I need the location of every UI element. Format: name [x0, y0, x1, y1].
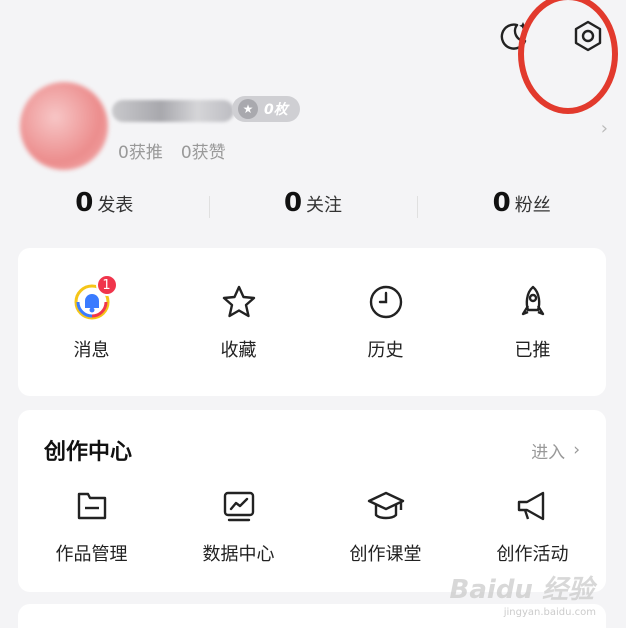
quick-actions-card: 1 消息 收藏 历史 已推 — [18, 248, 606, 396]
quick-item-label: 收藏 — [220, 340, 257, 361]
creation-item-label: 创作课堂 — [349, 544, 422, 565]
watermark: Baidu 经验 — [449, 575, 594, 605]
quick-item-history[interactable]: 历史 — [326, 280, 446, 362]
coin-badge[interactable]: ★ 0枚 — [232, 96, 300, 122]
unread-badge: 1 — [95, 274, 118, 296]
clock-icon — [364, 280, 408, 324]
quick-item-label: 历史 — [367, 340, 404, 361]
stat-fans[interactable]: 0 粉丝 — [417, 188, 626, 228]
profile-header[interactable]: ★ 0枚 0获推 0获赞 › — [20, 82, 620, 172]
quick-item-messages[interactable]: 1 消息 — [32, 274, 152, 362]
stat-label: 关注 — [306, 195, 343, 216]
quick-item-label: 已推 — [514, 340, 551, 361]
rocket-icon — [511, 280, 555, 324]
chevron-right-icon[interactable]: › — [601, 118, 608, 139]
creation-item-works[interactable]: 作品管理 — [32, 484, 152, 566]
enter-label: 进入 — [531, 442, 566, 463]
creation-item-label: 作品管理 — [55, 544, 128, 565]
stats-row: 0 发表 0 关注 0 粉丝 — [0, 188, 626, 228]
coin-count: 0枚 — [264, 102, 288, 118]
graduation-cap-icon — [364, 484, 408, 528]
creation-center-title: 创作中心 — [44, 440, 133, 465]
stat-following[interactable]: 0 关注 — [208, 188, 418, 228]
creation-center-card: 创作中心 进入 › 作品管理 数据中心 创作课堂 创作活动 — [18, 410, 606, 592]
megaphone-icon — [511, 484, 555, 528]
profile-sub-stats: 0获推 0获赞 — [118, 138, 226, 163]
stat-number: 0 — [492, 188, 511, 218]
creation-enter-link[interactable]: 进入 › — [531, 438, 580, 463]
watermark-url: jingyan.baidu.com — [503, 607, 596, 618]
coin-star-icon: ★ — [238, 99, 258, 119]
quick-item-favorites[interactable]: 收藏 — [179, 280, 299, 362]
folder-icon — [70, 484, 114, 528]
stat-number: 0 — [283, 188, 303, 218]
recommend-count: 0获推 — [118, 143, 163, 163]
star-icon — [217, 280, 261, 324]
stat-number: 0 — [75, 188, 94, 218]
creation-item-class[interactable]: 创作课堂 — [326, 484, 446, 566]
stat-posts[interactable]: 0 发表 — [0, 188, 209, 228]
creation-item-data[interactable]: 数据中心 — [179, 484, 299, 566]
quick-item-recommended[interactable]: 已推 — [473, 280, 593, 362]
stat-label: 粉丝 — [514, 195, 551, 216]
stat-label: 发表 — [97, 195, 134, 216]
likes-count: 0获赞 — [180, 143, 226, 163]
message-bell-icon: 1 — [70, 274, 118, 324]
quick-item-label: 消息 — [73, 340, 110, 361]
creation-item-label: 创作活动 — [496, 544, 569, 565]
avatar[interactable] — [20, 82, 108, 170]
creation-item-activity[interactable]: 创作活动 — [473, 484, 593, 566]
chart-icon — [217, 484, 261, 528]
chevron-right-icon: › — [573, 440, 580, 460]
username-blurred — [112, 100, 234, 122]
creation-item-label: 数据中心 — [202, 544, 275, 565]
